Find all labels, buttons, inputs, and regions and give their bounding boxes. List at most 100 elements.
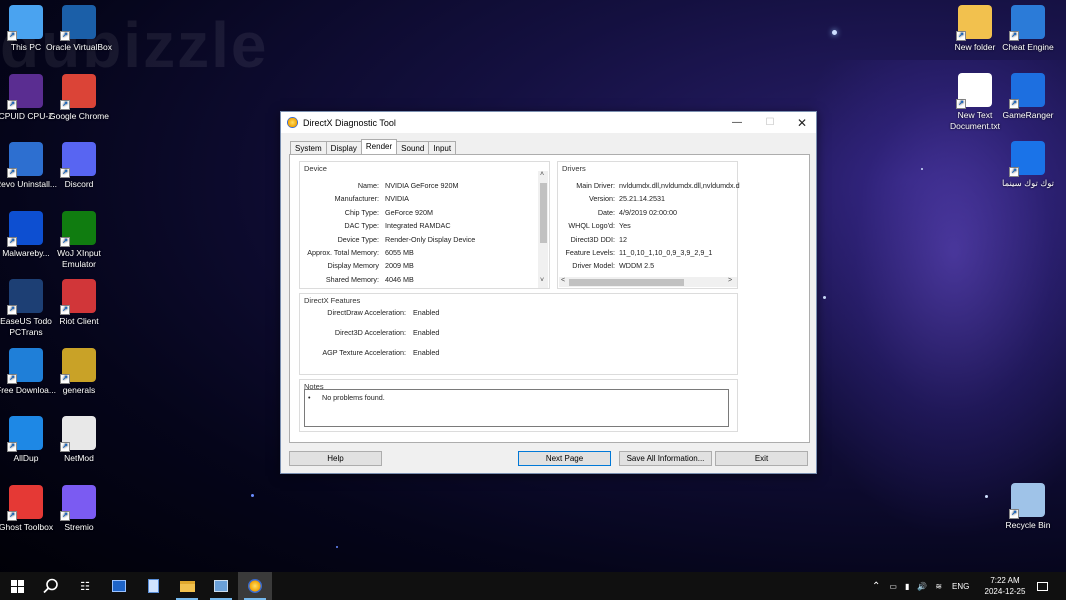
desktop-icon[interactable]: ↗ NetMod xyxy=(46,416,112,464)
scroll-right-arrow[interactable]: ˃ xyxy=(728,277,732,284)
battery-icon[interactable]: ▮ xyxy=(905,582,909,591)
cheat-engine-icon: ↗ xyxy=(1009,5,1045,41)
field-label: Version: xyxy=(589,194,615,204)
shortcut-arrow-icon: ↗ xyxy=(1009,167,1019,177)
next-page-button[interactable]: Next Page xyxy=(518,451,611,466)
desktop-icon[interactable]: ↗ Cheat Engine xyxy=(995,5,1061,53)
shortcut-arrow-icon: ↗ xyxy=(60,510,70,521)
field-value: 12 xyxy=(619,234,627,244)
field-value: Enabled xyxy=(413,308,440,317)
exit-button[interactable]: Exit xyxy=(715,451,808,466)
desktop-icon[interactable]: ↗ Oracle VirtualBox xyxy=(46,5,112,53)
system-tray: ⌃ ▭ ▮ 🔊 ≋ ENG xyxy=(872,572,969,600)
alldup-icon: ↗ xyxy=(7,416,43,452)
wifi-icon[interactable]: ≋ xyxy=(935,582,942,591)
field-value: 11_0,10_1,10_0,9_3,9_2,9_1 xyxy=(619,248,713,257)
field-value: NVIDIA xyxy=(385,194,409,204)
maximize-button[interactable]: ☐ xyxy=(753,112,787,133)
desktop-icon[interactable]: ↗ Google Chrome xyxy=(46,73,112,122)
minimize-button[interactable]: — xyxy=(720,112,754,133)
field-label: Shared Memory: xyxy=(325,274,379,284)
taskbar-app-3[interactable] xyxy=(204,572,238,600)
tab-system[interactable]: System xyxy=(290,141,327,154)
calculator-icon xyxy=(147,579,159,593)
desktop-icon[interactable]: ↗ generals xyxy=(46,347,112,396)
tab-display[interactable]: Display xyxy=(325,141,362,154)
shortcut-arrow-icon: ↗ xyxy=(7,373,17,384)
search-icon xyxy=(43,578,58,594)
cpu-z-icon: ↗ xyxy=(7,73,43,110)
task-view-button[interactable]: ☷ xyxy=(68,572,102,600)
taskbar-file-explorer[interactable] xyxy=(170,572,204,600)
tab-sound[interactable]: Sound xyxy=(396,141,430,154)
volume-icon[interactable]: 🔊 xyxy=(917,582,927,591)
desktop-icon-label: Google Chrome xyxy=(48,110,109,121)
desktop-icon[interactable]: ↗ WoJ XInput Emulator xyxy=(46,210,112,270)
taskbar: ☷ ⌃ ▭ ▮ 🔊 ≋ ENG 7:22 AM 2024-12-25 xyxy=(0,572,1066,600)
desktop-icon-label: Oracle VirtualBox xyxy=(46,42,112,52)
scrollbar-thumb[interactable] xyxy=(540,183,547,243)
taskbar-directx[interactable] xyxy=(238,572,272,600)
clock-time: 7:22 AM xyxy=(990,576,1020,585)
malwarebytes-icon: ↗ xyxy=(7,210,43,247)
desktop-icon[interactable]: ↗ توك توك سينما xyxy=(995,141,1061,189)
clock[interactable]: 7:22 AM 2024-12-25 xyxy=(975,572,1035,600)
star xyxy=(832,30,837,35)
window-title: DirectX Diagnostic Tool xyxy=(303,117,396,128)
search-button[interactable] xyxy=(34,572,68,600)
desktop-icon[interactable]: ↗ Recycle Bin xyxy=(995,483,1061,531)
shortcut-arrow-icon: ↗ xyxy=(7,305,17,315)
notification-icon xyxy=(1037,581,1048,591)
help-button[interactable]: Help xyxy=(289,451,382,466)
desktop-icon[interactable]: ↗ Riot Client xyxy=(46,279,112,327)
features-group: DirectX Features DirectDraw Acceleration… xyxy=(299,293,738,375)
star xyxy=(336,546,338,548)
shortcut-arrow-icon: ↗ xyxy=(7,168,17,178)
field-label: Main Driver: xyxy=(576,181,615,190)
language-indicator[interactable]: ENG xyxy=(952,582,969,591)
scroll-down-arrow[interactable]: ˅ xyxy=(540,277,544,284)
windows-logo-icon xyxy=(10,579,24,593)
taskbar-app-1[interactable] xyxy=(102,572,136,600)
directx-taskbar-icon xyxy=(248,579,262,593)
chevron-up-icon[interactable]: ⌃ xyxy=(872,581,880,592)
field-value: 25.21.14.2531 xyxy=(619,194,665,204)
generals-icon: ↗ xyxy=(60,347,96,384)
shortcut-arrow-icon: ↗ xyxy=(60,442,70,452)
field-label: Direct3D Acceleration: xyxy=(334,328,406,337)
shortcut-arrow-icon: ↗ xyxy=(7,442,17,452)
hscrollbar-thumb[interactable] xyxy=(569,279,684,286)
desktop-icon[interactable]: ↗ GameRanger xyxy=(995,73,1061,121)
drivers-hscrollbar[interactable]: ˂ ˃ xyxy=(559,277,737,287)
desktop-icon-label: توك توك سينما xyxy=(1001,178,1054,188)
notes-box[interactable]: • No problems found. xyxy=(304,389,729,427)
desktop-icon[interactable]: ↗ Stremio xyxy=(46,484,112,533)
field-value: GeForce 920M xyxy=(385,207,433,217)
taskbar-app-2[interactable] xyxy=(136,572,170,600)
close-button[interactable]: ✕ xyxy=(785,112,819,133)
network-icon[interactable]: ▭ xyxy=(889,582,897,591)
notification-button[interactable] xyxy=(1037,572,1048,600)
shortcut-arrow-icon: ↗ xyxy=(60,236,70,247)
directx-window: DirectX Diagnostic Tool — ☐ ✕ System Dis… xyxy=(280,111,817,474)
star xyxy=(823,296,826,299)
desktop-icon[interactable]: ↗ Discord xyxy=(46,142,112,190)
shortcut-arrow-icon: ↗ xyxy=(60,373,70,384)
field-value: Enabled xyxy=(413,348,440,357)
tab-render[interactable]: Render xyxy=(360,139,398,154)
gameranger-icon: ↗ xyxy=(1009,73,1045,109)
title-bar[interactable]: DirectX Diagnostic Tool — ☐ ✕ xyxy=(281,112,816,133)
notes-text: No problems found. xyxy=(322,393,385,402)
clock-date: 2024-12-25 xyxy=(984,587,1026,596)
device-scrollbar[interactable]: ˄ ˅ xyxy=(538,171,548,288)
save-all-information-button[interactable]: Save All Information... xyxy=(619,451,712,466)
scroll-up-arrow[interactable]: ˄ xyxy=(540,171,544,178)
computer-icon: ↗ xyxy=(7,5,43,41)
start-button[interactable] xyxy=(0,572,34,600)
scroll-left-arrow[interactable]: ˂ xyxy=(561,277,565,284)
shortcut-arrow-icon: ↗ xyxy=(1009,99,1019,109)
shortcut-arrow-icon: ↗ xyxy=(1009,31,1019,41)
shortcut-arrow-icon: ↗ xyxy=(1009,509,1019,519)
field-value: 6055 MB xyxy=(385,248,414,257)
tab-input[interactable]: Input xyxy=(428,141,457,154)
